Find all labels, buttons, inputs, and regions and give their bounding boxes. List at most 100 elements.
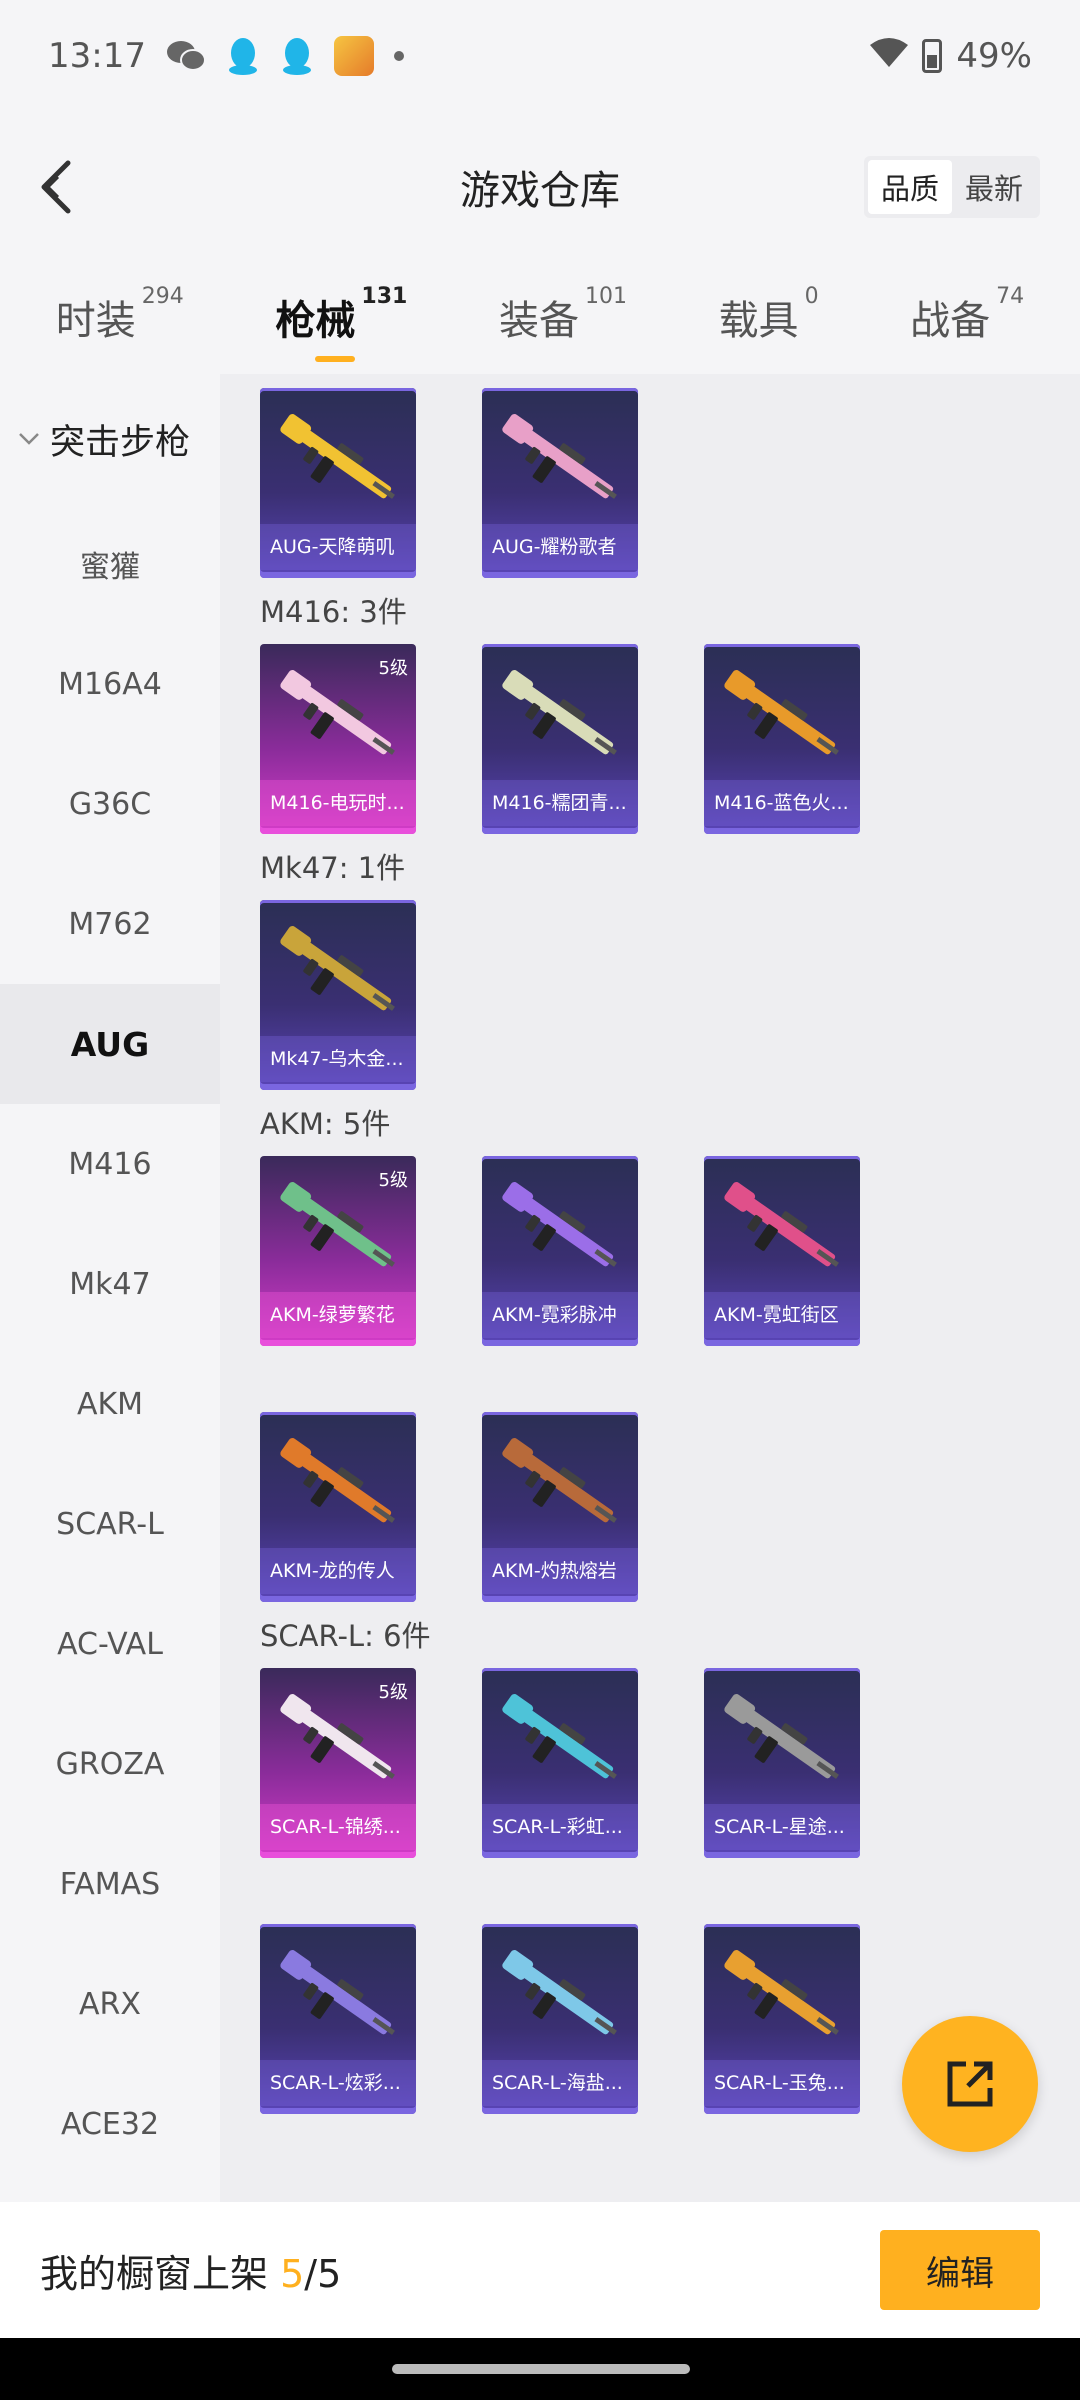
system-nav-bar: [0, 2338, 1080, 2400]
rifle-icon: [502, 670, 617, 755]
item-grid: 5级 M416-电玩时... M416-糯团青... M416-蓝色火...: [240, 644, 1080, 834]
back-button[interactable]: [26, 152, 86, 222]
skin-card[interactable]: SCAR-L-彩虹...: [482, 1668, 638, 1858]
sidebar-item-ace32[interactable]: ACE32: [0, 2064, 220, 2184]
category-tabs: 时装 294 枪械 131 装备 101 载具 0 战备 74: [0, 262, 1080, 374]
showcase-current: 5: [280, 2251, 305, 2296]
skin-card[interactable]: SCAR-L-海盐...: [482, 1924, 638, 2114]
sidebar-item-蜜獾[interactable]: 蜜獾: [0, 504, 220, 624]
battery-icon: [922, 39, 943, 73]
tab-guns[interactable]: 枪械 131: [275, 284, 407, 362]
page-title: 游戏仓库: [460, 168, 620, 214]
item-grid: AUG-天降萌叽 AUG-耀粉歌者: [240, 388, 1080, 578]
skin-name: AKM-龙的传人: [260, 1548, 416, 1594]
skin-card[interactable]: 5级 AKM-绿萝繁花: [260, 1156, 416, 1346]
share-icon: [947, 2061, 993, 2107]
sidebar-item-m416[interactable]: M416: [0, 1104, 220, 1224]
more-notifications-dot: [393, 51, 404, 61]
skin-card[interactable]: AKM-灼热熔岩: [482, 1412, 638, 1602]
tab-indicator: [315, 356, 356, 362]
sidebar-item-arx[interactable]: ARX: [0, 1944, 220, 2064]
sidebar-item-g36c[interactable]: G36C: [0, 744, 220, 864]
skin-card[interactable]: AUG-耀粉歌者: [482, 388, 638, 578]
skin-card[interactable]: M416-蓝色火...: [704, 644, 860, 834]
rifle-icon: [280, 926, 395, 1011]
sort-by-latest[interactable]: 最新: [952, 160, 1036, 214]
sidebar-item-ac-val[interactable]: AC-VAL: [0, 1584, 220, 1704]
rifle-icon: [724, 670, 839, 755]
item-grid: Mk47-乌木金...: [240, 900, 1080, 1090]
tab-label: 战备: [910, 298, 991, 344]
edit-button[interactable]: 编辑: [880, 2230, 1040, 2310]
status-time: 13:17: [48, 36, 146, 76]
skin-card[interactable]: SCAR-L-星途...: [704, 1668, 860, 1858]
rifle-icon: [502, 1438, 617, 1523]
showcase-total: 5: [317, 2251, 342, 2296]
home-gesture-bar[interactable]: [392, 2364, 690, 2374]
skin-card[interactable]: Mk47-乌木金...: [260, 900, 416, 1090]
skin-card[interactable]: AUG-天降萌叽: [260, 388, 416, 578]
rifle-icon: [724, 1182, 839, 1267]
skin-card[interactable]: 5级 M416-电玩时...: [260, 644, 416, 834]
qq-icon: [226, 37, 260, 75]
tab-supplies[interactable]: 战备 74: [910, 284, 1024, 348]
game-app-icon: [333, 36, 374, 76]
sidebar-item-famas[interactable]: FAMAS: [0, 1824, 220, 1944]
sort-toggle: 品质 最新: [864, 156, 1040, 218]
rifle-icon: [280, 1438, 395, 1523]
skin-name: SCAR-L-彩虹...: [482, 1804, 638, 1850]
tab-count: 74: [996, 284, 1025, 309]
status-bar: 13:17 49%: [0, 0, 1080, 112]
tab-vehicles[interactable]: 载具 0: [719, 284, 819, 348]
skin-name: M416-蓝色火...: [704, 780, 860, 826]
weapon-sidebar: 突击步枪 蜜獾 M16A4 G36C M762 AUG M416 Mk47 AKM SCAR-L…: [0, 374, 220, 2202]
skin-card[interactable]: AKM-霓虹街区: [704, 1156, 860, 1346]
sidebar-item-akm[interactable]: AKM: [0, 1344, 220, 1464]
skin-card[interactable]: AKM-龙的传人: [260, 1412, 416, 1602]
qq-icon-2: [280, 37, 314, 75]
sidebar-item-scar-l[interactable]: SCAR-L: [0, 1464, 220, 1584]
tab-equipment[interactable]: 装备 101: [498, 284, 627, 348]
weapon-grid: AUG-天降萌叽 AUG-耀粉歌者 M416: 3件 5级 M416-电玩时... M41…: [220, 374, 1080, 2202]
skin-card[interactable]: AKM-霓彩脉冲: [482, 1156, 638, 1346]
group-label: M416: 3件: [260, 595, 407, 629]
tab-count: 0: [804, 284, 819, 309]
skin-name: SCAR-L-玉兔...: [704, 2060, 860, 2106]
rifle-icon: [280, 414, 395, 499]
showcase-bar: 我的橱窗上架 5/5 编辑: [0, 2202, 1080, 2338]
showcase-label: 我的橱窗上架: [40, 2251, 269, 2296]
sort-by-quality[interactable]: 品质: [868, 160, 952, 214]
item-grid: 5级 AKM-绿萝繁花 AKM-霓彩脉冲 AKM-霓虹街区 AKM-龙的传人 AKM-灼热…: [240, 1156, 1080, 1602]
tab-label: 枪械: [275, 298, 356, 344]
rifle-icon: [502, 414, 617, 499]
sidebar-category-assault-rifles[interactable]: 突击步枪: [0, 374, 220, 504]
skin-name: SCAR-L-星途...: [704, 1804, 860, 1850]
skin-card[interactable]: SCAR-L-玉兔...: [704, 1924, 860, 2114]
skin-name: M416-糯团青...: [482, 780, 638, 826]
skin-card[interactable]: M416-糯团青...: [482, 644, 638, 834]
skin-name: AKM-霓虹街区: [704, 1292, 860, 1338]
tab-count: 131: [361, 284, 408, 309]
skin-card[interactable]: 5级 SCAR-L-锦绣...: [260, 1668, 416, 1858]
sidebar-item-groza[interactable]: GROZA: [0, 1704, 220, 1824]
chevron-left-icon: [41, 160, 71, 214]
level-badge: 5级: [378, 1682, 408, 1703]
rifle-icon: [502, 1950, 617, 2035]
sidebar-item-aug[interactable]: AUG: [0, 984, 220, 1104]
rifle-icon: [724, 1694, 839, 1779]
skin-name: AKM-霓彩脉冲: [482, 1292, 638, 1338]
sidebar-item-m762[interactable]: M762: [0, 864, 220, 984]
tab-fashion[interactable]: 时装 294: [56, 284, 184, 348]
skin-name: M416-电玩时...: [260, 780, 416, 826]
tab-label: 装备: [498, 298, 579, 344]
chevron-down-icon: [18, 432, 40, 446]
level-badge: 5级: [378, 1170, 408, 1191]
group-label: SCAR-L: 6件: [260, 1619, 431, 1653]
level-badge: 5级: [378, 658, 408, 679]
skin-card[interactable]: SCAR-L-炫彩...: [260, 1924, 416, 2114]
wifi-icon: [870, 36, 909, 76]
share-button[interactable]: [902, 2016, 1038, 2152]
sidebar-item-mk47[interactable]: Mk47: [0, 1224, 220, 1344]
header: 游戏仓库 品质 最新: [0, 112, 1080, 262]
sidebar-item-m16a4[interactable]: M16A4: [0, 624, 220, 744]
